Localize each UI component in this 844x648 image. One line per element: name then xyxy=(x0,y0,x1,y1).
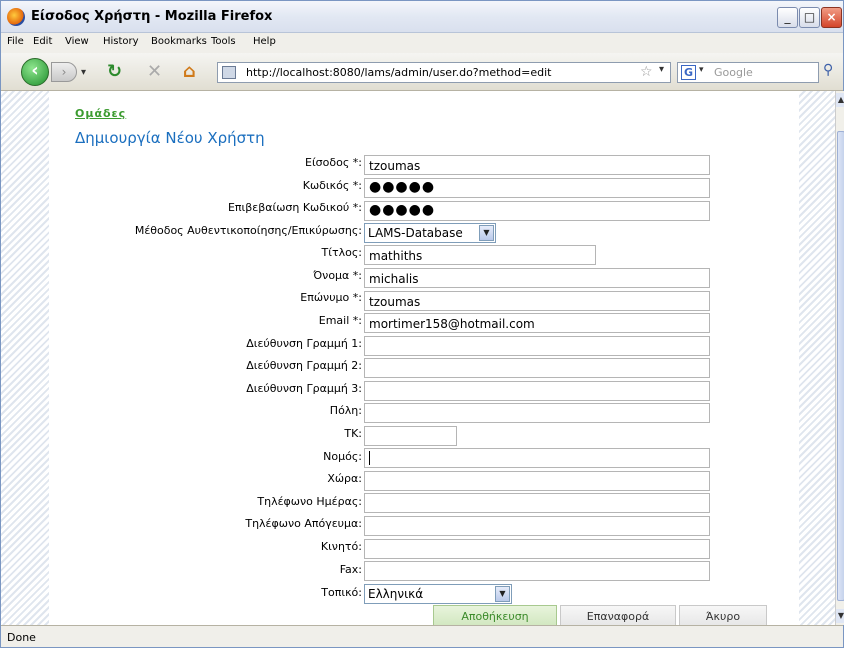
locale-select[interactable]: Ελληνικά ▼ xyxy=(364,584,512,604)
last-name-input[interactable]: tzoumas xyxy=(364,291,710,311)
search-bar[interactable]: G ▾ Google xyxy=(677,62,819,83)
day-phone-input[interactable] xyxy=(364,493,710,513)
history-dropdown-icon[interactable]: ▾ xyxy=(81,67,86,78)
site-identity-icon[interactable] xyxy=(222,66,236,79)
address2-label: Διεύθυνση Γραμμή 2: xyxy=(246,359,362,372)
address1-input[interactable] xyxy=(364,336,710,356)
country-input[interactable] xyxy=(364,471,710,491)
state-input[interactable] xyxy=(364,448,710,468)
address2-input[interactable] xyxy=(364,358,710,378)
title-bar[interactable]: Είσοδος Χρήστη - Mozilla Firefox _ □ × xyxy=(1,1,843,33)
email-label: Email *: xyxy=(318,314,362,327)
search-engine-dropdown-icon[interactable]: ▾ xyxy=(699,65,704,75)
address3-input[interactable] xyxy=(364,381,710,401)
confirm-password-label: Επιβεβαίωση Κωδικού *: xyxy=(227,201,362,214)
chevron-down-icon[interactable]: ▼ xyxy=(479,225,494,241)
stop-icon[interactable]: ✕ xyxy=(147,61,162,82)
postcode-input[interactable] xyxy=(364,426,457,446)
search-engine-icon[interactable]: G xyxy=(681,65,696,80)
day-phone-label: Τηλέφωνο Ημέρας: xyxy=(257,495,362,508)
confirm-password-input[interactable]: ●●●●● xyxy=(364,201,710,221)
firefox-icon xyxy=(7,8,25,26)
auth-method-value: LAMS-Database xyxy=(368,226,463,240)
search-placeholder[interactable]: Google xyxy=(714,66,753,79)
first-name-label: Όνομα *: xyxy=(313,269,362,282)
last-name-label: Επώνυμο *: xyxy=(300,291,362,304)
reload-icon[interactable]: ↻ xyxy=(107,61,122,82)
auth-method-label: Μέθοδος Αυθεντικοποίησης/Επικύρωσης: xyxy=(134,224,362,237)
address1-label: Διεύθυνση Γραμμή 1: xyxy=(246,337,362,350)
url-dropdown-icon[interactable]: ▾ xyxy=(659,64,664,75)
country-label: Χώρα: xyxy=(327,472,362,485)
left-margin-decoration xyxy=(1,91,49,625)
window-title: Είσοδος Χρήστη - Mozilla Firefox xyxy=(31,9,273,24)
city-input[interactable] xyxy=(364,403,710,423)
password-input[interactable]: ●●●●● xyxy=(364,178,710,198)
scroll-up-icon[interactable]: ▲ xyxy=(836,93,844,107)
login-label: Είσοδος *: xyxy=(305,156,362,169)
right-margin-decoration xyxy=(799,91,835,625)
address3-label: Διεύθυνση Γραμμή 3: xyxy=(246,382,362,395)
page-title: Δημιουργία Νέου Χρήστη xyxy=(75,129,265,147)
title-label: Τίτλος: xyxy=(321,246,362,259)
bookmark-star-icon[interactable]: ☆ xyxy=(640,64,653,80)
city-label: Πόλη: xyxy=(329,404,362,417)
groups-link[interactable]: Ομάδες xyxy=(75,107,126,120)
menu-tools[interactable]: Tools xyxy=(211,36,236,47)
title-input[interactable]: mathiths xyxy=(364,245,596,265)
browser-window: Είσοδος Χρήστη - Mozilla Firefox _ □ × F… xyxy=(0,0,844,648)
menu-edit[interactable]: Edit xyxy=(33,36,52,47)
state-label: Νομός: xyxy=(323,450,362,463)
chevron-down-icon[interactable]: ▼ xyxy=(495,586,510,602)
locale-value: Ελληνικά xyxy=(368,587,424,601)
auth-method-select[interactable]: LAMS-Database ▼ xyxy=(364,223,496,243)
home-icon[interactable]: ⌂ xyxy=(183,61,196,82)
password-label: Κωδικός *: xyxy=(302,179,362,192)
locale-label: Τοπικό: xyxy=(321,586,362,599)
url-bar[interactable]: http://localhost:8080/lams/admin/user.do… xyxy=(217,62,671,83)
minimize-button[interactable]: _ xyxy=(777,7,798,28)
fax-label: Fax: xyxy=(339,563,362,576)
mobile-input[interactable] xyxy=(364,539,710,559)
status-bar: Done xyxy=(1,625,843,647)
back-button[interactable]: ‹ xyxy=(21,58,49,86)
url-text[interactable]: http://localhost:8080/lams/admin/user.do… xyxy=(246,66,551,79)
search-icon[interactable]: ⚲ xyxy=(823,62,833,78)
login-input[interactable]: tzoumas xyxy=(364,155,710,175)
scroll-down-icon[interactable]: ▼ xyxy=(836,609,844,623)
menu-bar: File Edit View History Bookmarks Tools H… xyxy=(1,33,843,53)
menu-history[interactable]: History xyxy=(103,36,139,47)
menu-view[interactable]: View xyxy=(65,36,89,47)
email-input[interactable]: mortimer158@hotmail.com xyxy=(364,313,710,333)
fax-input[interactable] xyxy=(364,561,710,581)
evening-phone-label: Τηλέφωνο Απόγευμα: xyxy=(245,517,362,530)
first-name-input[interactable]: michalis xyxy=(364,268,710,288)
menu-bookmarks[interactable]: Bookmarks xyxy=(151,36,207,47)
scrollbar-thumb[interactable] xyxy=(837,131,844,601)
close-button[interactable]: × xyxy=(821,7,842,28)
status-text: Done xyxy=(7,631,36,644)
maximize-button[interactable]: □ xyxy=(799,7,820,28)
forward-button[interactable]: › xyxy=(51,62,77,82)
menu-help[interactable]: Help xyxy=(253,36,276,47)
text-cursor xyxy=(369,451,370,465)
menu-file[interactable]: File xyxy=(7,36,24,47)
mobile-label: Κινητό: xyxy=(320,540,362,553)
vertical-scrollbar[interactable]: ▲ ▼ xyxy=(835,91,844,625)
postcode-label: ΤΚ: xyxy=(344,427,362,440)
evening-phone-input[interactable] xyxy=(364,516,710,536)
